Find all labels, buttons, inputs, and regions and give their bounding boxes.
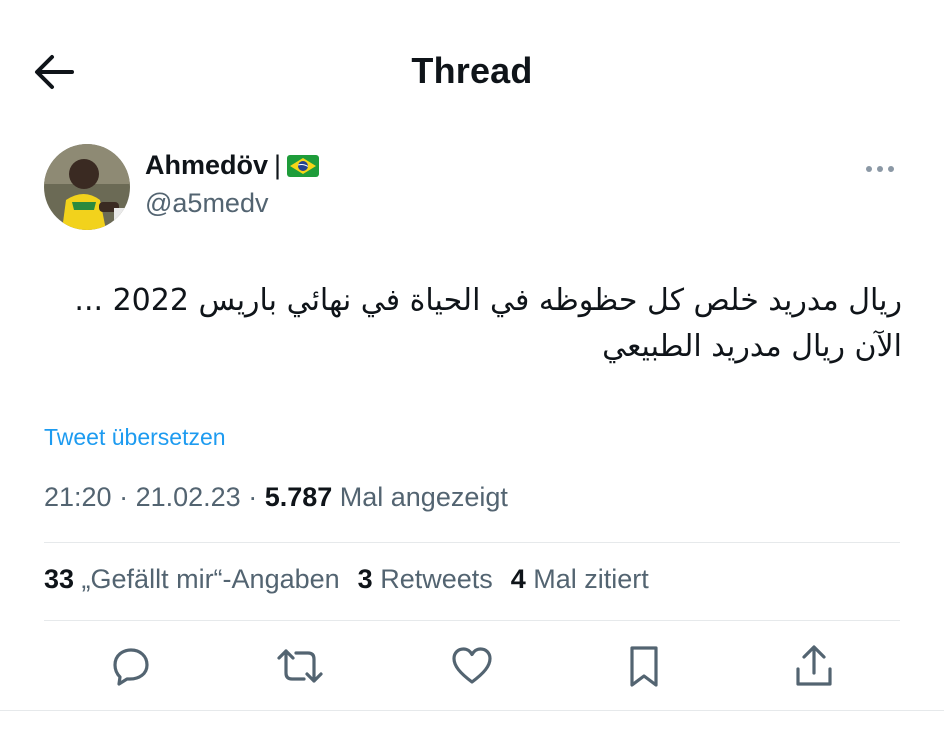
retweet-icon [277, 649, 323, 683]
bookmark-icon [630, 646, 658, 687]
share-button[interactable] [788, 640, 840, 692]
reply-icon [113, 648, 149, 686]
likes-count: 33 [44, 564, 75, 594]
tweet-text-line: ريال مدريد خلص كل حظوظه في الحياة في نها… [74, 283, 902, 318]
share-icon [796, 645, 832, 686]
likes-label: „Gefällt mir“-Angaben [74, 564, 340, 594]
page-title: Thread [411, 50, 533, 91]
reply-button[interactable] [104, 640, 156, 692]
author-display-name: Ahmedöv [145, 150, 269, 180]
engagement-stats: 33 „Gefällt mir“-Angaben 3 Retweets 4 Ma… [44, 564, 649, 595]
views-count: 5.787 [264, 482, 333, 512]
avatar[interactable] [44, 144, 130, 230]
author-handle[interactable]: @a5medv [145, 188, 268, 219]
likes-stat[interactable]: 33 „Gefällt mir“-Angaben [44, 564, 340, 595]
retweets-count: 3 [357, 564, 373, 594]
views-label: Mal angezeigt [332, 482, 508, 512]
more-dots-icon [866, 166, 894, 172]
like-button[interactable] [446, 640, 498, 692]
tweet-text-line: الآن ريال مدريد الطبيعي [602, 329, 902, 364]
tweet-time[interactable]: 21:20 [44, 482, 112, 512]
tweet-date[interactable]: 21.02.23 [136, 482, 241, 512]
like-icon [452, 647, 492, 684]
meta-separator: · [240, 482, 265, 512]
meta-separator: · [111, 482, 136, 512]
translate-tweet-link[interactable]: Tweet übersetzen [44, 424, 226, 451]
brazil-flag-icon [287, 154, 320, 177]
retweet-button[interactable] [274, 640, 326, 692]
quotes-count: 4 [510, 564, 526, 594]
retweets-label: Retweets [372, 564, 493, 594]
thread-header: Thread [0, 0, 944, 140]
divider [44, 620, 900, 621]
name-separator: | [274, 150, 282, 180]
quotes-stat[interactable]: 4 Mal zitiert [511, 564, 649, 595]
quotes-label: Mal zitiert [525, 564, 649, 594]
more-options-button[interactable] [860, 158, 900, 180]
divider [44, 542, 900, 543]
retweets-stat[interactable]: 3 Retweets [358, 564, 493, 595]
author-name[interactable]: Ahmedöv | [145, 150, 320, 181]
tweet-text: ريال مدريد خلص كل حظوظه في الحياة في نها… [44, 278, 902, 370]
tweet-meta: 21:20 · 21.02.23 · 5.787 Mal angezeigt [44, 482, 508, 513]
divider [0, 710, 944, 711]
tweet-actions [0, 640, 944, 696]
bookmark-button[interactable] [618, 640, 670, 692]
